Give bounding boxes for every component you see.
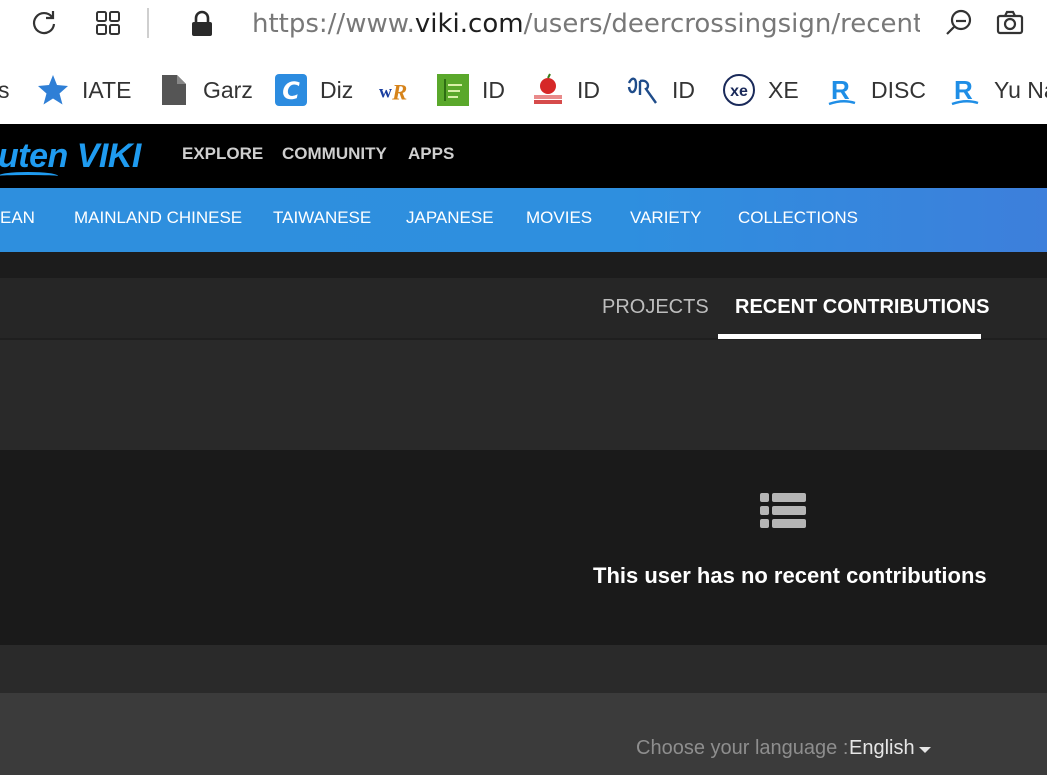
lock-icon[interactable]	[187, 8, 217, 38]
bookmark-id-1[interactable]: ID	[436, 72, 505, 108]
divider	[147, 8, 149, 38]
nav-explore[interactable]: EXPLORE	[182, 144, 263, 164]
bookmark-yu-na[interactable]: R Yu Na	[948, 72, 1047, 108]
document-icon	[157, 73, 191, 107]
content-spacer-bottom	[0, 645, 1047, 693]
svg-text:C: C	[282, 77, 300, 105]
content-spacer	[0, 340, 1047, 450]
chevron-down-icon	[918, 746, 931, 753]
url-field[interactable]: https://www.viki.com/users/deercrossings…	[252, 4, 920, 44]
bookmark-id-2[interactable]: ID	[531, 72, 600, 108]
bookmark-disc[interactable]: R DISC	[825, 72, 926, 108]
tab-projects[interactable]: PROJECTS	[602, 296, 709, 319]
script-icon	[626, 73, 660, 107]
empty-state	[0, 450, 1047, 645]
bookmark-garz[interactable]: Garz	[157, 72, 253, 108]
category-korean[interactable]: EAN	[0, 208, 35, 228]
category-japanese[interactable]: JAPANESE	[406, 208, 494, 228]
bookmark-xe[interactable]: xe XE	[722, 72, 799, 108]
bookmark-item[interactable]: s	[0, 72, 10, 108]
category-nav: EAN MAINLAND CHINESE TAIWANESE JAPANESE …	[0, 188, 1047, 252]
bookmark-diz[interactable]: C Diz	[274, 72, 353, 108]
apple-book-icon	[531, 73, 565, 107]
wr-logo-icon: wR	[378, 73, 412, 107]
category-taiwanese[interactable]: TAIWANESE	[273, 208, 371, 228]
bookmark-id-3[interactable]: ID	[626, 72, 695, 108]
tab-recent-contributions[interactable]: RECENT CONTRIBUTIONS	[735, 296, 989, 319]
language-label: Choose your language :	[636, 737, 849, 759]
header-spacer	[0, 252, 1047, 278]
green-book-icon	[436, 73, 470, 107]
c-logo-icon: C	[274, 73, 308, 107]
svg-text:xe: xe	[730, 83, 748, 100]
footer: Choose your language : English	[0, 693, 1047, 775]
xe-logo-icon: xe	[722, 73, 756, 107]
r-logo-icon: R	[948, 73, 982, 107]
browser-address-bar: https://www.viki.com/users/deercrossings…	[0, 0, 1047, 56]
active-tab-indicator	[718, 334, 981, 339]
site-header: uten VIKI EXPLORE COMMUNITY APPS	[0, 124, 1047, 188]
viki-logo[interactable]: uten VIKI	[0, 134, 141, 178]
empty-state-message: This user has no recent contributions	[593, 563, 987, 588]
bookmarks-bar: s IATE Garz C Diz wR ID ID ID xe XE R DI…	[0, 56, 1047, 124]
category-collections[interactable]: COLLECTIONS	[738, 208, 858, 228]
category-variety[interactable]: VARIETY	[630, 208, 701, 228]
category-mainland-chinese[interactable]: MAINLAND CHINESE	[74, 208, 242, 228]
bookmark-iate[interactable]: IATE	[36, 72, 131, 108]
category-movies[interactable]: MOVIES	[526, 208, 592, 228]
tabs-grid-icon[interactable]	[93, 8, 123, 38]
language-dropdown[interactable]: English	[849, 737, 931, 760]
svg-text:R: R	[391, 79, 407, 104]
svg-text:w: w	[379, 82, 392, 102]
language-value: English	[849, 737, 915, 759]
nav-apps[interactable]: APPS	[408, 144, 454, 164]
reload-icon[interactable]	[29, 8, 59, 38]
logo-swoosh	[0, 172, 58, 180]
bookmark-wordreference[interactable]: wR	[378, 72, 424, 108]
profile-tabs: PROJECTS RECENT CONTRIBUTIONS	[0, 278, 1047, 340]
camera-icon[interactable]	[995, 8, 1025, 38]
search-icon[interactable]	[944, 8, 974, 38]
nav-community[interactable]: COMMUNITY	[282, 144, 387, 164]
star-icon	[36, 73, 70, 107]
r-logo-icon: R	[825, 73, 859, 107]
list-icon	[760, 492, 808, 530]
